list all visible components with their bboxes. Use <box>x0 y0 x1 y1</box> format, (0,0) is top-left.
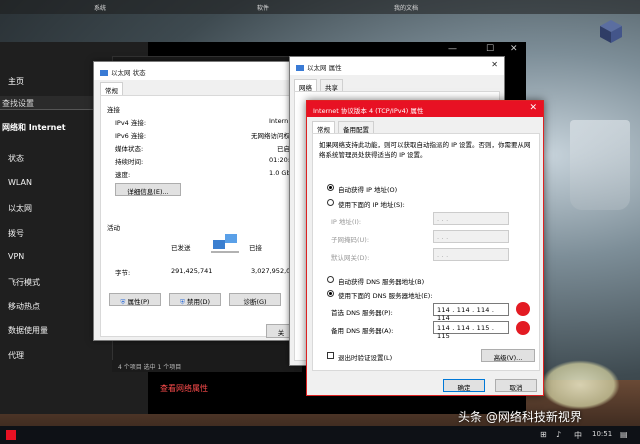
shield-icon: ⛨ <box>120 298 126 306</box>
status-window-titlebar: 以太网 状态 <box>94 62 296 80</box>
volume-icon[interactable]: ♪ <box>556 430 561 439</box>
duration-label: 持续时间: <box>115 158 144 166</box>
bytes-received-value: 3,027,952,0 <box>251 267 291 275</box>
network-icon <box>100 70 108 76</box>
close-icon[interactable]: ✕ <box>529 103 537 113</box>
ipv4-general-panel: 如果网络支持此功能，则可以获取自动指派的 IP 设置。否则，你需要从网络系统管理… <box>312 133 540 371</box>
ipv4-description: 如果网络支持此功能，则可以获取自动指派的 IP 设置。否则，你需要从网络系统管理… <box>319 141 531 159</box>
explorer-status-bar: 4 个项目 选中 1 个项目 <box>112 360 302 372</box>
top-item-documents[interactable]: 我的文档 <box>394 3 418 12</box>
settings-category-title: 网络和 Internet <box>2 123 66 132</box>
network-tray-icon[interactable]: ⊞ <box>540 430 547 439</box>
props-window-titlebar: 以太网 属性 ✕ <box>290 57 504 75</box>
duration-value: 01:20: <box>269 156 290 164</box>
manual-ip-label: 使用下面的 IP 地址(S): <box>338 201 405 209</box>
manual-dns-label: 使用下面的 DNS 服务器地址(E): <box>338 292 433 300</box>
top-item-system[interactable]: 系统 <box>94 3 106 12</box>
ipv4-dialog-titlebar: Internet 协议版本 4 (TCP/IPv4) 属性 ✕ <box>307 101 543 117</box>
desktop-wallpaper-glass <box>540 360 620 410</box>
settings-nav-ethernet[interactable]: 以太网 <box>8 203 32 214</box>
cancel-button[interactable]: 取消 <box>495 379 537 392</box>
ipv4-properties-dialog: Internet 协议版本 4 (TCP/IPv4) 属性 ✕ 常规 备用配置 … <box>306 100 544 396</box>
ipv4-dialog-title: Internet 协议版本 4 (TCP/IPv4) 属性 <box>313 107 424 115</box>
activity-header: 活动 <box>107 224 120 232</box>
bytes-label: 字节: <box>115 269 131 277</box>
validate-checkbox[interactable] <box>327 352 334 359</box>
diagnose-button[interactable]: 诊断(G) <box>229 293 281 306</box>
ime-icon[interactable]: 中 <box>574 430 582 441</box>
media-state-label: 媒体状态: <box>115 145 144 153</box>
default-gateway-label: 默认网关(D): <box>331 254 370 262</box>
manual-ip-radio[interactable] <box>327 199 334 206</box>
properties-button[interactable]: ⛨ 属性(P) <box>109 293 161 306</box>
manual-dns-radio[interactable] <box>327 290 334 297</box>
subnet-mask-field[interactable]: . . . <box>433 230 509 243</box>
top-toolbar: 系统 软件 我的文档 <box>0 0 640 14</box>
settings-nav-airplane[interactable]: 飞行模式 <box>8 277 40 288</box>
highlight-dot-marker <box>516 302 530 316</box>
shield-icon: ⛨ <box>179 298 185 306</box>
highlight-dot-marker <box>516 321 530 335</box>
desktop-wallpaper-cup <box>570 120 630 210</box>
ipv6-connectivity-value: 无网络访问权 <box>251 132 290 140</box>
status-window-title: 以太网 状态 <box>111 69 146 77</box>
auto-ip-label: 自动获得 IP 地址(O) <box>338 186 398 194</box>
settings-nav-vpn[interactable]: VPN <box>8 252 24 261</box>
preferred-dns-label: 首选 DNS 服务器(P): <box>331 309 393 317</box>
watermark-text: 头条 @网络科技新视界 <box>458 410 582 424</box>
minimize-icon[interactable]: — <box>448 44 457 54</box>
default-gateway-field[interactable]: . . . <box>433 248 509 261</box>
ipv4-connectivity-value: Intern <box>269 117 289 125</box>
auto-ip-radio[interactable] <box>327 184 334 191</box>
disable-button[interactable]: ⛨ 禁用(D) <box>169 293 221 306</box>
start-icon[interactable] <box>6 430 16 440</box>
network-icon <box>296 65 304 71</box>
settings-nav-status[interactable]: 状态 <box>8 153 24 164</box>
auto-dns-radio[interactable] <box>327 276 334 283</box>
settings-nav-dialup[interactable]: 拨号 <box>8 228 24 239</box>
ethernet-status-window: 以太网 状态 常规 连接 IPv4 连接: Intern IPv6 连接: 无网… <box>93 61 297 341</box>
view-network-properties-link[interactable]: 查看网络属性 <box>160 383 208 394</box>
ip-address-label: IP 地址(I): <box>331 218 362 226</box>
maximize-icon[interactable]: ☐ <box>486 44 494 54</box>
notification-icon[interactable]: ▤ <box>620 430 628 439</box>
auto-dns-label: 自动获得 DNS 服务器地址(B) <box>338 278 425 286</box>
alternate-dns-label: 备用 DNS 服务器(A): <box>331 327 394 335</box>
alternate-dns-field[interactable]: 114 . 114 . 115 . 115 <box>433 321 509 340</box>
settings-nav-proxy[interactable]: 代理 <box>8 350 24 361</box>
settings-nav-wlan[interactable]: WLAN <box>8 178 32 187</box>
details-button[interactable]: 详细信息(E)... <box>115 183 181 196</box>
cube-icon[interactable] <box>598 18 624 44</box>
received-label: 已接 <box>249 244 262 252</box>
disable-button-label: 禁用(D) <box>186 298 211 306</box>
status-panel: 连接 IPv4 连接: Intern IPv6 连接: 无网络访问权 媒体状态:… <box>100 95 292 337</box>
ipv6-connectivity-label: IPv6 连接: <box>115 132 147 140</box>
close-icon[interactable]: ✕ <box>491 60 498 69</box>
connection-header: 连接 <box>107 106 120 114</box>
close-icon[interactable]: ✕ <box>510 44 518 54</box>
props-window-title: 以太网 属性 <box>307 64 342 72</box>
settings-nav-data-usage[interactable]: 数据使用量 <box>8 325 48 336</box>
preferred-dns-field[interactable]: 114 . 114 . 114 . 114 <box>433 303 509 322</box>
taskbar: ⊞ ♪ 中 10:51 ▤ <box>0 426 640 444</box>
settings-nav-hotspot[interactable]: 移动热点 <box>8 301 40 312</box>
network-activity-icon <box>211 234 239 253</box>
bytes-sent-value: 291,425,741 <box>171 267 213 275</box>
advanced-button[interactable]: 高级(V)... <box>481 349 535 362</box>
ok-button[interactable]: 确定 <box>443 379 485 392</box>
properties-button-label: 属性(P) <box>127 298 150 306</box>
sent-label: 已发送 <box>171 244 191 252</box>
clock-time[interactable]: 10:51 <box>592 430 612 438</box>
speed-label: 速度: <box>115 171 131 179</box>
subnet-mask-label: 子网掩码(U): <box>331 236 370 244</box>
ipv4-connectivity-label: IPv4 连接: <box>115 119 147 127</box>
ip-address-field[interactable]: . . . <box>433 212 509 225</box>
speed-value: 1.0 Gb <box>269 169 291 177</box>
settings-home[interactable]: 主页 <box>8 76 24 87</box>
validate-label: 退出时验证设置(L) <box>338 354 393 362</box>
top-item-software[interactable]: 软件 <box>257 3 269 12</box>
